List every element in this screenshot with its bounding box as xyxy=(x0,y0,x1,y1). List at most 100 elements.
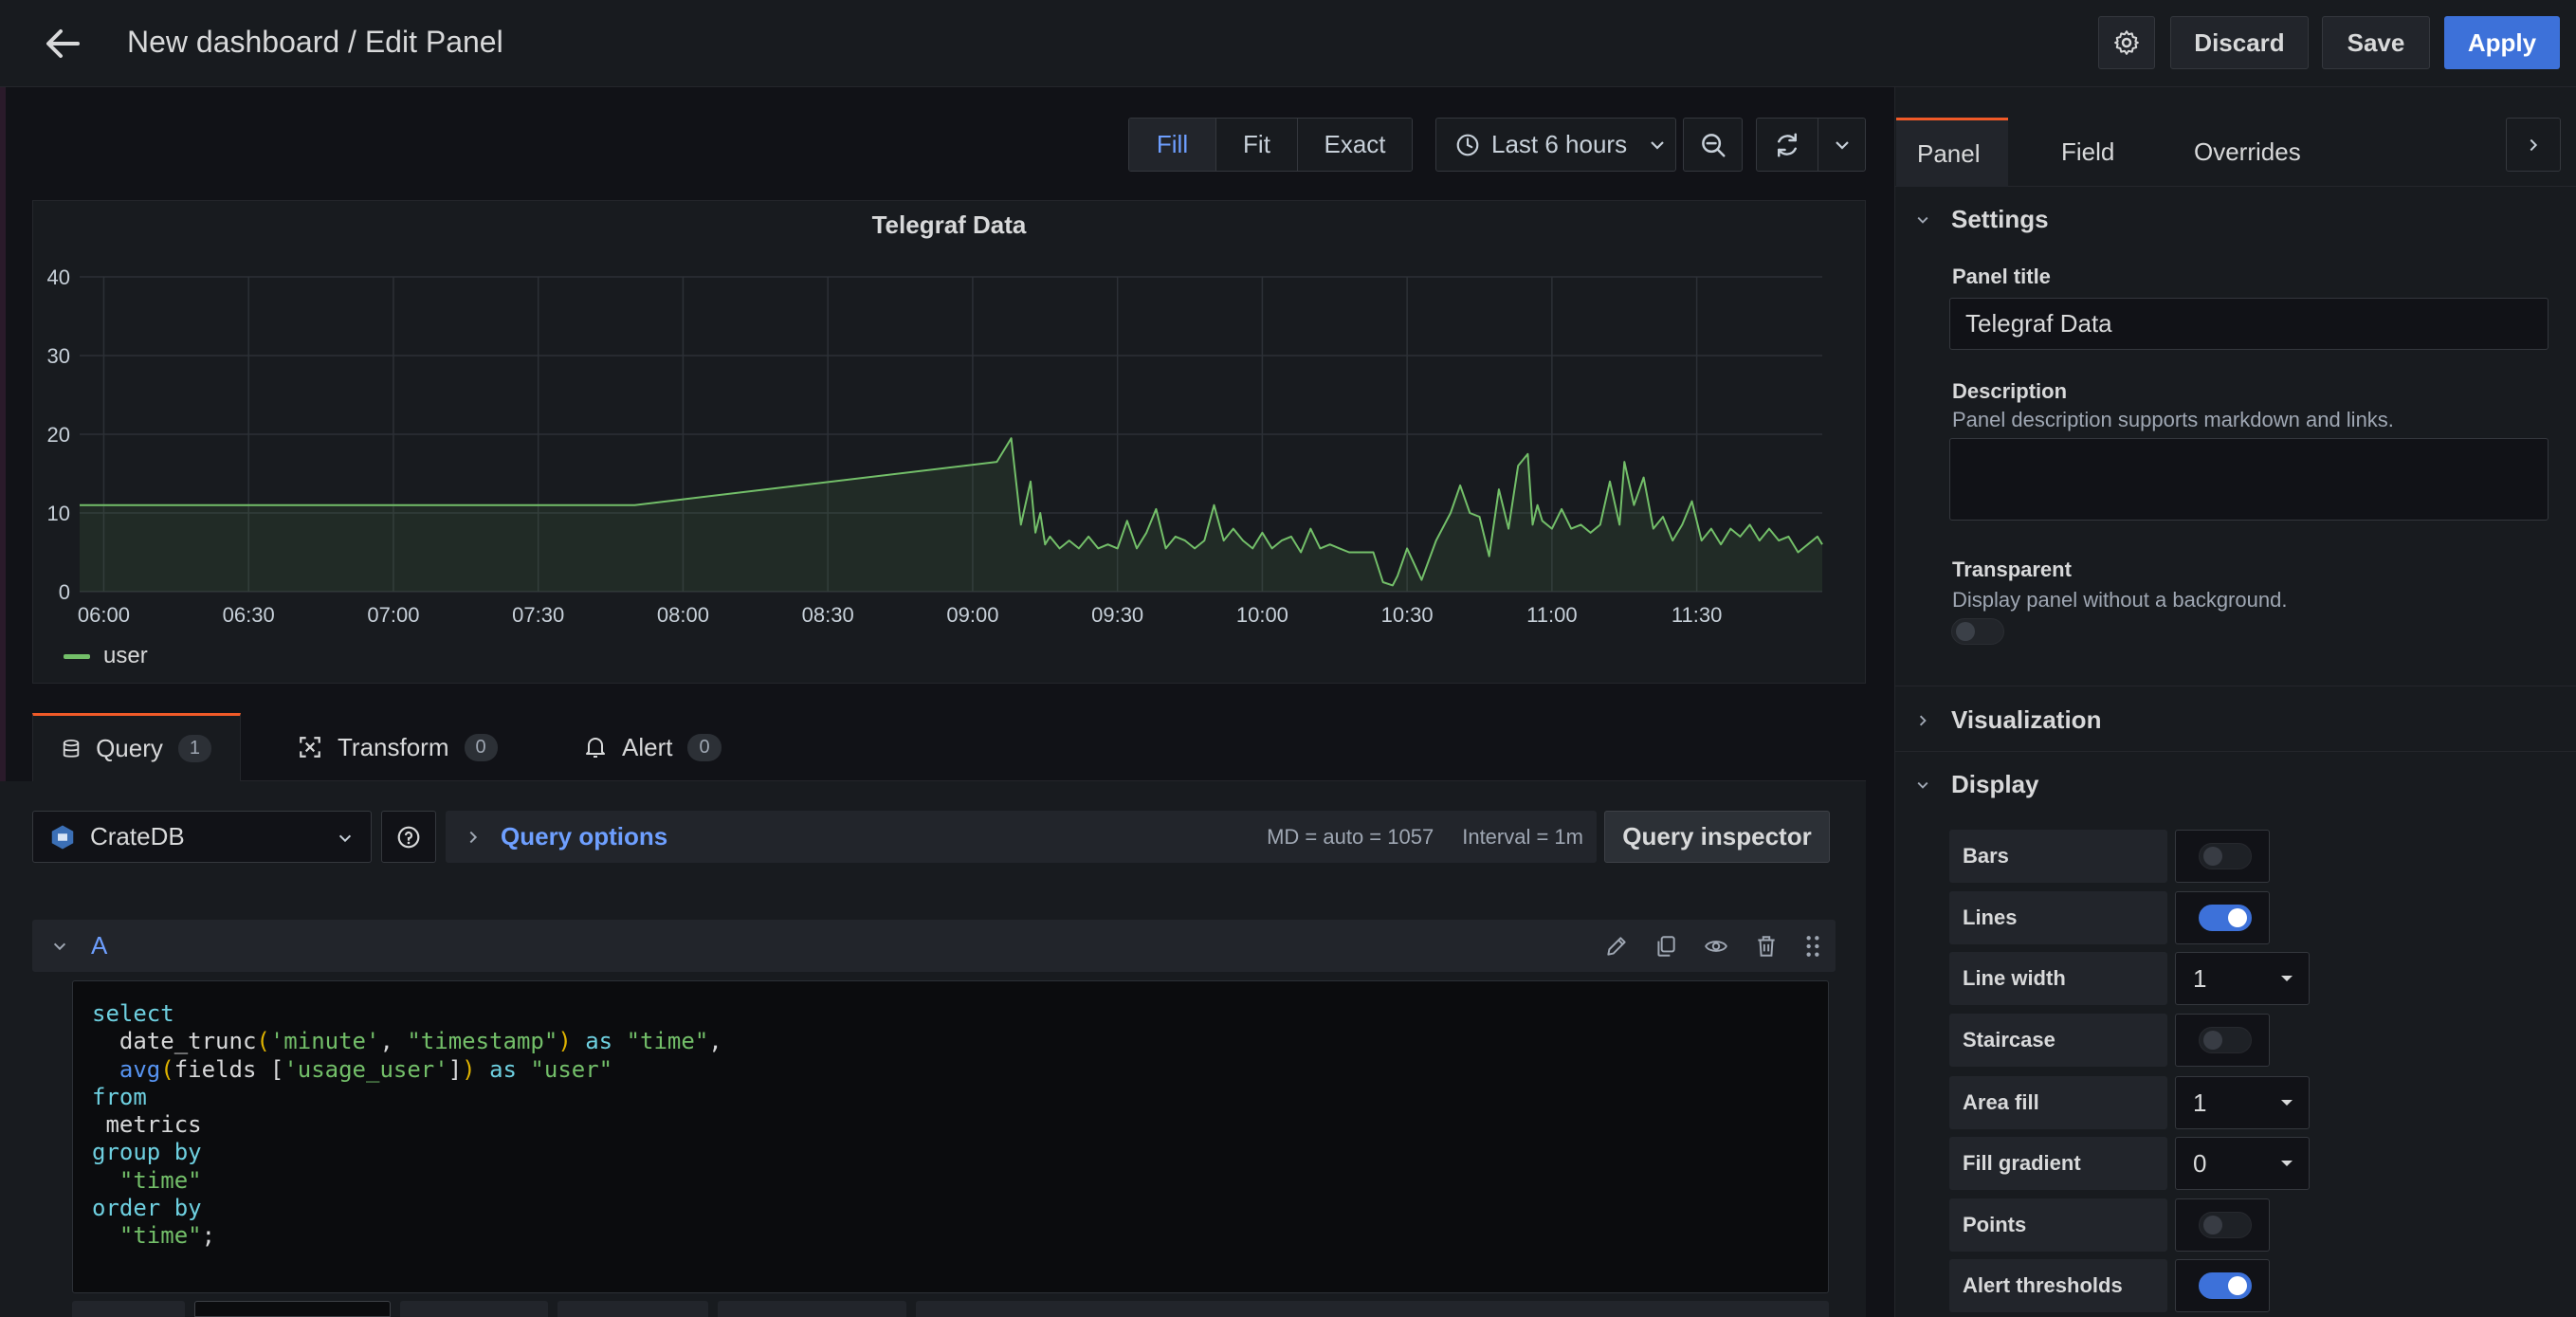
drag-handle-icon[interactable] xyxy=(1803,934,1822,959)
caret-down-icon xyxy=(2281,1100,2293,1106)
option-lines-label: Lines xyxy=(1949,891,2167,944)
save-button[interactable]: Save xyxy=(2322,16,2430,69)
transparent-label: Transparent xyxy=(1952,558,2072,581)
visualization-section-label: Visualization xyxy=(1951,705,2102,734)
display-section-label: Display xyxy=(1951,770,2039,798)
sql-token: "timestamp" xyxy=(407,1028,558,1055)
editor-tab[interactable] xyxy=(717,1301,906,1317)
copy-icon[interactable] xyxy=(1653,934,1678,959)
query-inspector-button[interactable]: Query inspector xyxy=(1604,811,1830,863)
tab-alert-count: 0 xyxy=(687,733,722,761)
tab-query-count: 1 xyxy=(177,735,211,762)
query-interval: Interval = 1m xyxy=(1462,824,1583,849)
sql-token: group by xyxy=(92,1139,202,1166)
view-mode-fit[interactable]: Fit xyxy=(1216,119,1298,171)
view-mode-exact[interactable]: Exact xyxy=(1298,119,1412,171)
line-width-select[interactable]: 1 xyxy=(2175,952,2310,1005)
editor-toolbar xyxy=(72,1301,1829,1317)
sql-token: fields [ xyxy=(174,1055,284,1083)
x-tick-label: 07:30 xyxy=(512,603,564,627)
refresh-interval-dropdown[interactable] xyxy=(1818,118,1866,172)
discard-button[interactable]: Discard xyxy=(2170,16,2309,69)
tab-transform[interactable]: Transform 0 xyxy=(269,713,526,781)
tab-overrides[interactable]: Overrides xyxy=(2173,118,2322,187)
query-options-bar[interactable]: Query options MD = auto = 1057 Interval … xyxy=(446,811,1597,863)
points-toggle[interactable] xyxy=(2199,1212,2252,1238)
view-mode-fill[interactable]: Fill xyxy=(1129,119,1216,171)
y-tick-label: 20 xyxy=(47,423,70,447)
series-area-user xyxy=(80,438,1822,592)
settings-button[interactable] xyxy=(2098,16,2155,69)
editor-tab[interactable] xyxy=(915,1301,1829,1317)
visualization-section-header[interactable]: Visualization xyxy=(1915,705,2101,735)
x-tick-label: 11:00 xyxy=(1526,603,1577,627)
panel-preview: Telegraf Data 0 10 20 30 40 06:00 06:30 07:00 07… xyxy=(32,200,1866,684)
editor-tab[interactable] xyxy=(557,1301,708,1317)
tab-field[interactable]: Field xyxy=(2040,118,2135,187)
lines-toggle[interactable] xyxy=(2199,905,2252,931)
editor-tab[interactable] xyxy=(72,1301,186,1317)
datasource-name: CrateDB xyxy=(90,822,185,851)
zoom-out-button[interactable] xyxy=(1683,118,1743,172)
time-range-picker[interactable]: Last 6 hours xyxy=(1435,118,1676,172)
x-tick-label: 07:00 xyxy=(367,603,419,627)
x-tick-label: 10:00 xyxy=(1236,603,1288,627)
chevron-right-icon xyxy=(2530,138,2538,151)
legend-series-name: user xyxy=(103,643,148,668)
refresh-button[interactable] xyxy=(1756,118,1818,172)
option-staircase-field xyxy=(2175,1014,2270,1067)
y-tick-label: 10 xyxy=(47,502,70,525)
arrow-left-icon xyxy=(46,29,80,58)
sql-line: order by xyxy=(92,1195,1809,1222)
time-series-chart[interactable]: 0 10 20 30 40 06:00 06:30 07:00 07:30 08:00 08:30 0… xyxy=(33,201,1867,637)
editor-tab[interactable] xyxy=(400,1301,548,1317)
query-row-header[interactable]: A xyxy=(32,920,1836,972)
tab-alert[interactable]: Alert 0 xyxy=(556,713,750,781)
pencil-icon[interactable] xyxy=(1604,934,1629,959)
eye-icon[interactable] xyxy=(1703,934,1729,959)
chart-legend[interactable]: user xyxy=(64,643,148,669)
sql-line: metrics xyxy=(92,1111,1809,1139)
sql-token: "user" xyxy=(530,1055,613,1083)
settings-section-header[interactable]: Settings xyxy=(1915,205,2049,234)
tab-alert-label: Alert xyxy=(622,732,673,761)
sql-line: avg(fields ['usage_user']) as "user" xyxy=(92,1056,1809,1084)
display-section-header[interactable]: Display xyxy=(1915,770,2039,799)
alert-thresholds-toggle[interactable] xyxy=(2199,1272,2252,1299)
apply-button[interactable]: Apply xyxy=(2444,16,2560,69)
chevron-down-icon xyxy=(1835,140,1849,150)
sql-token: "time" xyxy=(119,1166,202,1194)
sql-token: , xyxy=(379,1028,408,1055)
editor-tab[interactable] xyxy=(194,1301,392,1317)
tab-panel[interactable]: Panel xyxy=(1896,118,2008,187)
chevron-down-icon xyxy=(1651,140,1664,150)
tab-transform-count: 0 xyxy=(464,733,498,761)
fill-gradient-select[interactable]: 0 xyxy=(2175,1137,2310,1190)
bars-toggle[interactable] xyxy=(2199,843,2252,869)
datasource-picker[interactable]: CrateDB xyxy=(32,811,372,863)
back-button[interactable] xyxy=(40,23,85,64)
description-help: Panel description supports markdown and … xyxy=(1952,408,2394,431)
trash-icon[interactable] xyxy=(1754,934,1779,959)
x-tick-label: 06:30 xyxy=(223,603,275,627)
x-tick-label: 06:00 xyxy=(78,603,130,627)
sql-token: ( xyxy=(256,1028,270,1055)
sql-token: ) xyxy=(462,1055,476,1083)
description-textarea[interactable] xyxy=(1949,438,2549,521)
datasource-help-button[interactable] xyxy=(381,811,436,863)
collapse-options-button[interactable] xyxy=(2506,118,2561,172)
tab-query[interactable]: Query 1 xyxy=(32,713,241,781)
area-fill-select[interactable]: 1 xyxy=(2175,1076,2310,1129)
gear-icon xyxy=(2114,30,2139,55)
caret-down-icon xyxy=(2281,1161,2293,1166)
option-fill-gradient-label: Fill gradient xyxy=(1949,1137,2167,1190)
staircase-toggle[interactable] xyxy=(2199,1027,2252,1053)
transparent-toggle[interactable] xyxy=(1951,618,2004,645)
chevron-down-icon xyxy=(1917,216,1928,224)
settings-section-label: Settings xyxy=(1951,205,2049,233)
x-tick-label: 09:30 xyxy=(1091,603,1143,627)
sql-editor[interactable]: select date_trunc('minute', "timestamp")… xyxy=(72,980,1829,1293)
panel-title-input[interactable]: Telegraf Data xyxy=(1949,298,2549,350)
